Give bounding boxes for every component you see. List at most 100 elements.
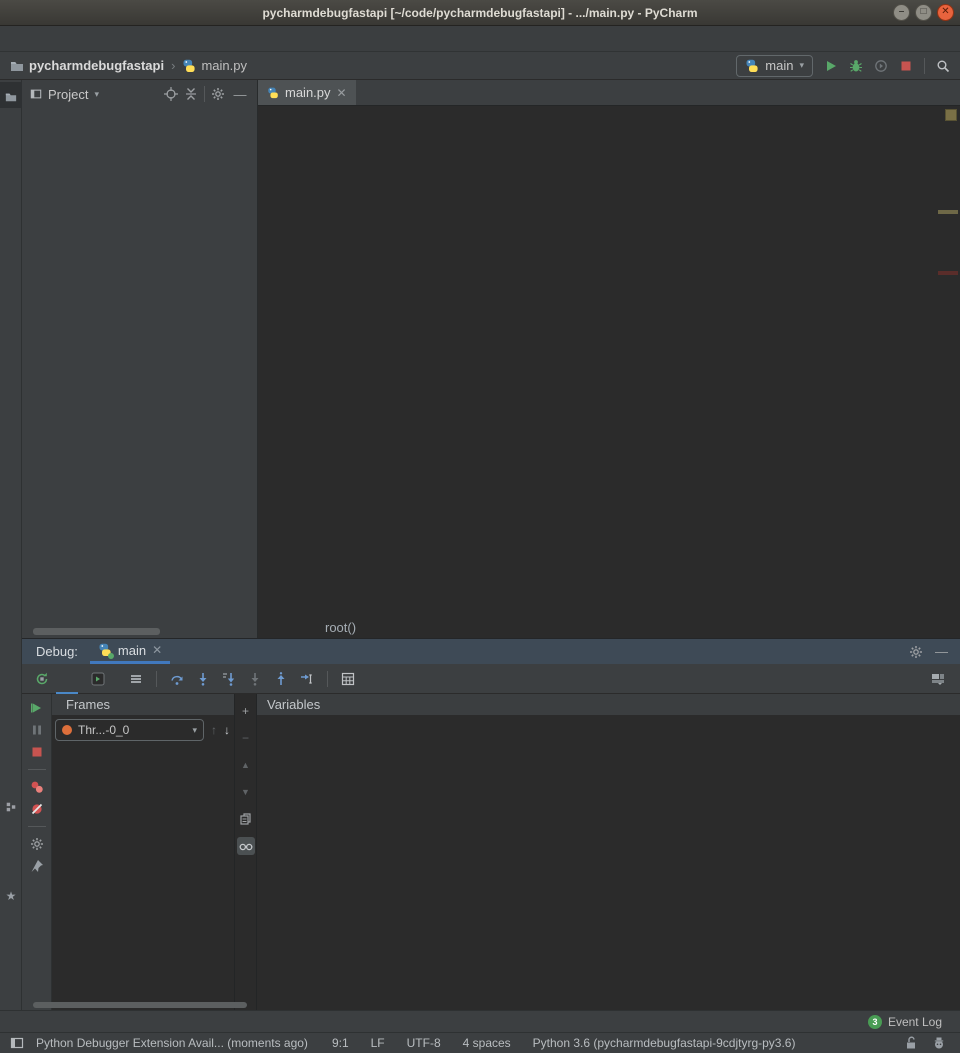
close-icon[interactable]: ✕	[337, 86, 347, 100]
window-title: pycharmdebugfastapi [~/code/pycharmdebug…	[262, 6, 697, 20]
breadcrumb-file[interactable]: main.py	[201, 58, 247, 73]
run-button[interactable]	[824, 59, 838, 73]
editor-breadcrumb[interactable]: root()	[258, 616, 960, 638]
toggle-toolwindows-icon[interactable]	[10, 1036, 24, 1050]
file-encoding[interactable]: UTF-8	[407, 1036, 441, 1050]
close-icon[interactable]: ✕	[152, 643, 162, 657]
toolbar-divider	[924, 58, 925, 74]
chevron-down-icon[interactable]: ▾	[94, 89, 99, 100]
highlighting-level-icon[interactable]	[932, 1036, 946, 1050]
indent-style[interactable]: 4 spaces	[463, 1036, 511, 1050]
close-button[interactable]: ✕	[937, 4, 954, 21]
step-into-my-code-button[interactable]	[217, 668, 241, 690]
debug-title: Debug:	[36, 644, 78, 659]
variables-side-toolbar: + − ▲ ▼	[235, 694, 257, 1010]
tab-console[interactable]	[80, 664, 122, 694]
variables-panel: Variables	[257, 694, 960, 1010]
chevron-down-icon: ▾	[192, 725, 197, 736]
rerun-button[interactable]	[30, 668, 54, 690]
resume-button[interactable]	[30, 701, 44, 715]
run-to-cursor-button[interactable]	[295, 668, 319, 690]
toolbar-divider	[204, 86, 205, 102]
debug-session-indicator	[108, 653, 114, 659]
locate-file-button[interactable]	[164, 87, 178, 101]
tool-window-strip: ★	[0, 80, 22, 1010]
hide-panel-button[interactable]: —	[935, 644, 948, 659]
pause-button[interactable]	[30, 723, 44, 737]
menu-bar	[0, 26, 960, 52]
tab-debugger[interactable]	[56, 664, 78, 694]
frames-panel-title: Frames	[52, 694, 234, 716]
duplicate-watch-button[interactable]	[237, 810, 255, 828]
debug-button[interactable]	[849, 59, 863, 73]
lock-icon[interactable]	[904, 1036, 918, 1050]
coverage-button[interactable]	[874, 59, 888, 73]
maximize-button[interactable]: □	[915, 4, 932, 21]
project-view-title[interactable]: Project	[48, 87, 88, 102]
editor-tab-label: main.py	[285, 85, 331, 100]
debug-session-name: main	[118, 643, 146, 658]
show-watches-button[interactable]	[237, 837, 255, 855]
force-step-into-button[interactable]	[243, 668, 267, 690]
event-log-button[interactable]: 3 Event Log	[858, 1011, 952, 1033]
settings-gear-icon[interactable]	[909, 645, 923, 659]
status-message[interactable]: Python Debugger Extension Avail... (mome…	[36, 1036, 308, 1050]
search-icon[interactable]	[936, 59, 950, 73]
project-tool-window: Project ▾ —	[22, 80, 258, 638]
run-configuration-select[interactable]: main ▾	[736, 55, 813, 77]
editor-tab-main-py[interactable]: main.py ✕	[258, 80, 356, 105]
project-view-icon	[30, 88, 42, 100]
thread-status-icon	[62, 725, 72, 735]
run-configuration-name: main	[765, 58, 793, 73]
horizontal-scrollbar[interactable]	[33, 628, 160, 635]
step-into-button[interactable]	[191, 668, 215, 690]
previous-frame-button[interactable]: ↑	[211, 723, 217, 737]
sidebar-item-structure[interactable]	[0, 792, 22, 818]
view-breakpoints-button[interactable]	[30, 780, 44, 794]
debug-header: Debug: main ✕ —	[22, 639, 960, 664]
sidebar-item-favorites[interactable]: ★	[0, 880, 22, 908]
editor-tab-bar: main.py ✕	[258, 80, 960, 106]
thread-select[interactable]: Thr...-0_0 ▾	[55, 719, 204, 741]
add-watch-button[interactable]: +	[237, 702, 255, 720]
tool-window-bar: 3 Event Log	[0, 1010, 960, 1032]
threads-view-button[interactable]	[124, 668, 148, 690]
remove-watch-button[interactable]: −	[237, 729, 255, 747]
breakpoint-stripe-mark[interactable]	[938, 271, 958, 275]
inspection-status-indicator[interactable]	[945, 109, 957, 121]
move-up-button[interactable]: ▲	[237, 756, 255, 774]
move-down-button[interactable]: ▼	[237, 783, 255, 801]
stop-button[interactable]	[30, 745, 44, 759]
breadcrumb-separator: ›	[169, 58, 177, 73]
horizontal-scrollbar[interactable]	[33, 1002, 247, 1008]
settings-gear-icon[interactable]	[211, 87, 225, 101]
minimize-button[interactable]: –	[893, 4, 910, 21]
toolbar-divider	[156, 671, 157, 687]
frames-panel: Frames Thr...-0_0 ▾ ↑ ↓	[52, 694, 235, 1010]
hide-panel-button[interactable]: —	[231, 87, 249, 102]
pin-tab-button[interactable]	[30, 859, 44, 873]
stop-button[interactable]	[899, 59, 913, 73]
next-frame-button[interactable]: ↓	[224, 723, 230, 737]
line-separator[interactable]: LF	[371, 1036, 385, 1050]
debug-session-tab[interactable]: main ✕	[90, 639, 170, 664]
step-out-button[interactable]	[269, 668, 293, 690]
collapse-all-button[interactable]	[184, 87, 198, 101]
settings-gear-icon[interactable]	[30, 837, 44, 851]
toolbar-divider	[327, 671, 328, 687]
thread-name: Thr...-0_0	[78, 723, 186, 737]
step-over-button[interactable]	[165, 668, 189, 690]
variables-panel-title: Variables	[257, 694, 960, 716]
caret-position[interactable]: 9:1	[332, 1036, 349, 1050]
interpreter-info[interactable]: Python 3.6 (pycharmdebugfastapi-9cdjtyrg…	[533, 1036, 796, 1050]
debug-toolbar	[22, 664, 960, 694]
breadcrumb-project[interactable]: pycharmdebugfastapi	[29, 58, 164, 73]
star-icon: ★	[6, 889, 17, 903]
evaluate-expression-button[interactable]	[336, 668, 360, 690]
layout-settings-button[interactable]	[926, 668, 950, 690]
warning-stripe-mark[interactable]	[938, 210, 958, 214]
sidebar-item-project[interactable]	[0, 82, 22, 108]
mute-breakpoints-button[interactable]	[30, 802, 44, 816]
navigation-bar: pycharmdebugfastapi › main.py main ▾	[0, 52, 960, 80]
debug-side-toolbar	[22, 694, 52, 1010]
